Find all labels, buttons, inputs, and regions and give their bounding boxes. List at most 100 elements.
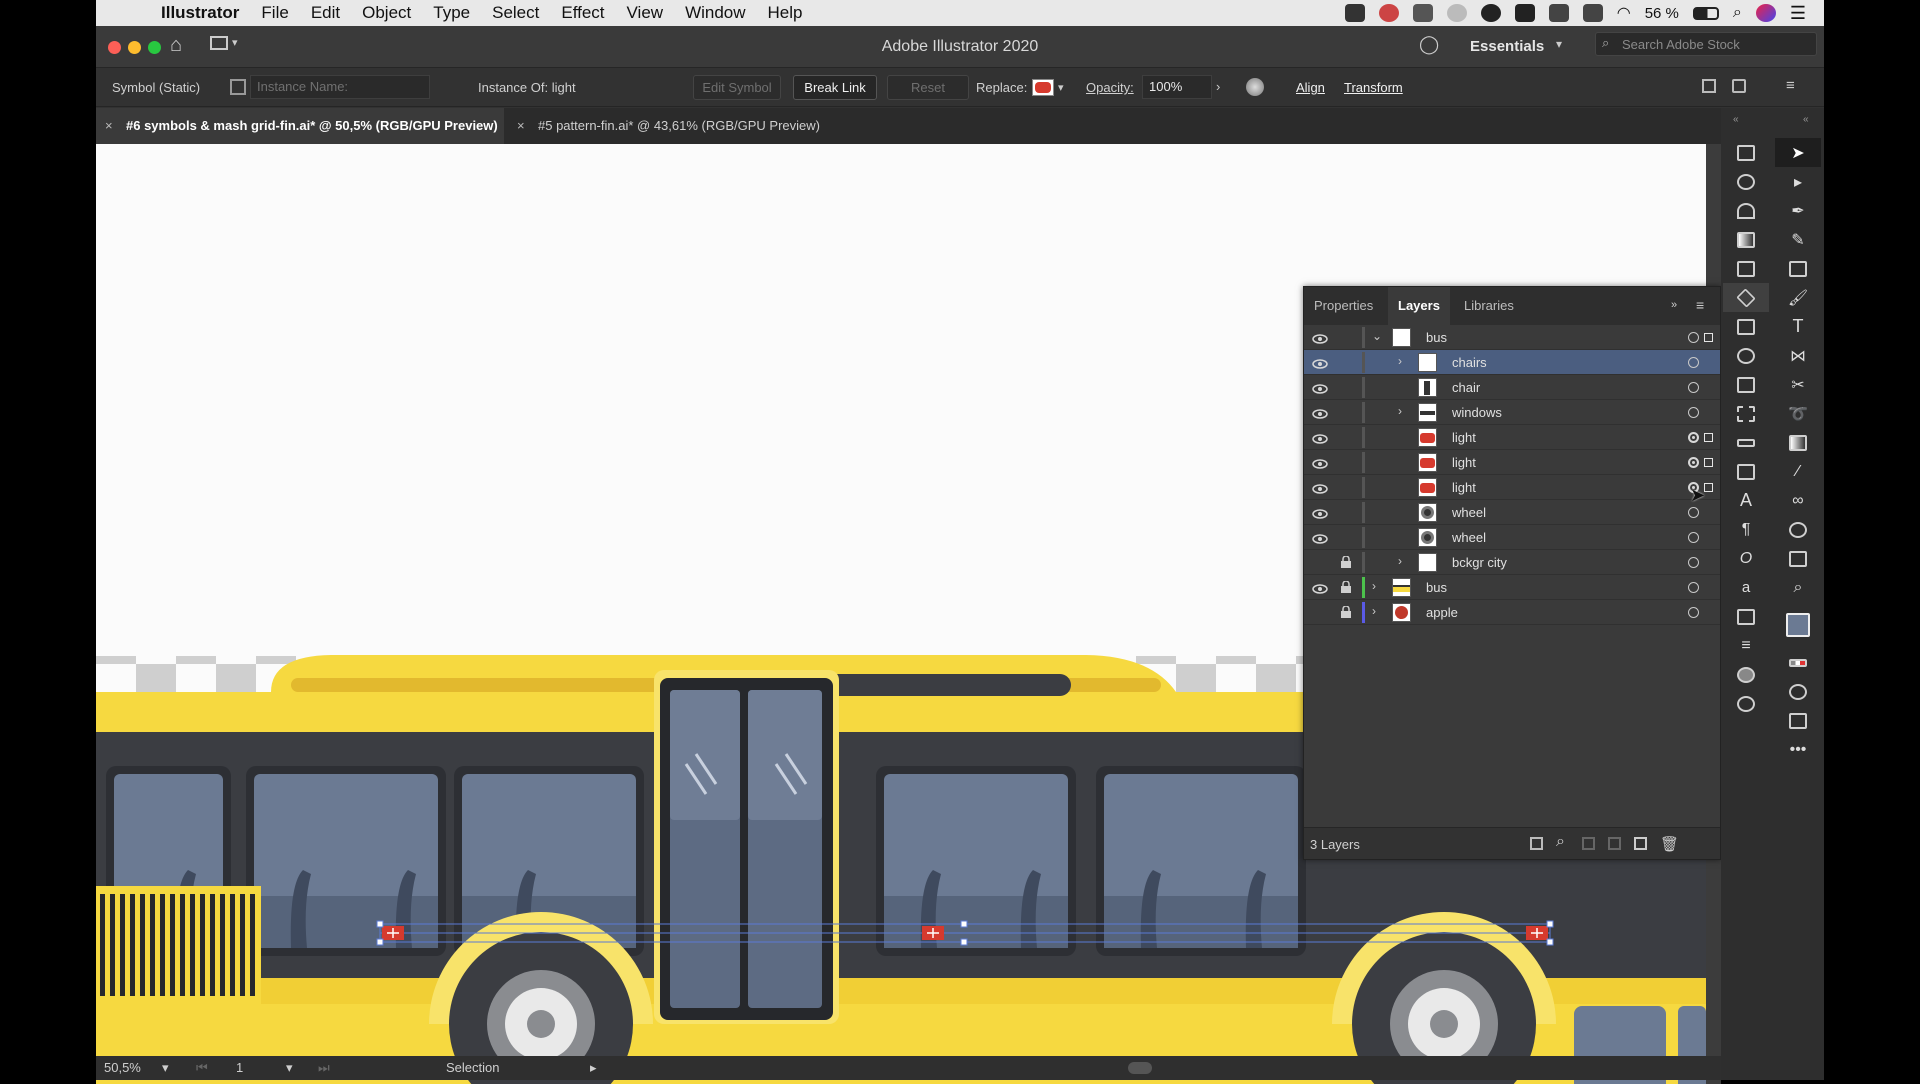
workspace-chevron-down-icon[interactable]: ▾ — [1556, 37, 1562, 51]
canvas-horizontal-scrollbar[interactable] — [616, 1062, 1706, 1074]
direct-selection-tool-icon[interactable]: ▸ — [1775, 167, 1821, 196]
menu-help[interactable]: Help — [768, 3, 803, 23]
bluetooth-icon[interactable] — [1582, 4, 1603, 22]
reflect-tool-icon[interactable]: ⋈ — [1775, 341, 1821, 370]
target-circle-icon[interactable] — [1688, 357, 1699, 368]
artboards-panel-icon[interactable] — [1723, 312, 1769, 341]
close-tab-icon[interactable]: × — [517, 108, 525, 144]
layer-name[interactable]: light — [1452, 480, 1476, 495]
expand-chevron-icon[interactable]: › — [1398, 404, 1402, 418]
color-guide-icon[interactable] — [1723, 341, 1769, 370]
opentype-panel-icon[interactable]: O — [1723, 544, 1769, 573]
layer-row-bus[interactable]: › bus — [1304, 575, 1720, 600]
paragraph-panel-icon[interactable]: ¶ — [1723, 515, 1769, 544]
draw-mode-icon[interactable] — [1775, 677, 1821, 706]
zoom-tool-icon[interactable]: ⌕ — [1775, 573, 1821, 602]
tab-pattern-fin[interactable]: × #5 pattern-fin.ai* @ 43,61% (RGB/GPU P… — [508, 108, 828, 144]
layer-row-light[interactable]: light ➤ — [1304, 475, 1720, 505]
collapse-chevron-icon[interactable]: ⌄ — [1372, 329, 1382, 343]
paintbrush-tool-icon[interactable]: 🖌 — [1775, 283, 1821, 312]
layer-name[interactable]: apple — [1426, 605, 1458, 620]
close-tab-icon[interactable]: × — [105, 108, 113, 144]
status-creative-cloud-icon[interactable] — [1378, 4, 1399, 22]
lock-icon[interactable] — [1340, 555, 1352, 568]
layer-row-light[interactable]: light — [1304, 425, 1720, 450]
screen-mode-icon[interactable] — [1775, 706, 1821, 735]
collapse-panels-icon[interactable]: « — [1733, 114, 1739, 125]
menu-effect[interactable]: Effect — [561, 3, 604, 23]
layers-panel-icon[interactable] — [1723, 283, 1769, 312]
eyedropper-tool-icon[interactable]: ⁄ — [1775, 457, 1821, 486]
tab-layers[interactable]: Layers — [1388, 287, 1450, 325]
gradient-panel-icon[interactable] — [1723, 225, 1769, 254]
panel-menu-icon[interactable]: ≡ — [1696, 297, 1704, 313]
target-circle-icon[interactable] — [1688, 382, 1699, 393]
zoom-level[interactable]: 50,5% — [104, 1060, 141, 1075]
select-similar-icon[interactable] — [1702, 79, 1716, 93]
layer-row-chair[interactable]: chair — [1304, 375, 1720, 400]
instance-name-field[interactable]: Instance Name: — [250, 75, 430, 99]
menu-select[interactable]: Select — [492, 3, 539, 23]
battery-icon[interactable] — [1692, 6, 1719, 20]
stroke-panel-icon[interactable]: ≡ — [1723, 631, 1769, 660]
layer-name[interactable]: bckgr city — [1452, 555, 1507, 570]
align-panel-icon[interactable] — [1723, 428, 1769, 457]
layer-row-chairs[interactable]: › chairs — [1304, 350, 1720, 375]
create-new-layer-icon[interactable] — [1634, 837, 1647, 850]
layer-name[interactable]: wheel — [1452, 505, 1486, 520]
visibility-eye-icon[interactable] — [1312, 457, 1328, 469]
create-sublayer-icon[interactable] — [1608, 837, 1621, 850]
expand-chevron-icon[interactable]: › — [1398, 554, 1402, 568]
control-bar-menu-icon[interactable]: ≡ — [1786, 77, 1795, 94]
visibility-eye-icon[interactable] — [1312, 507, 1328, 519]
layer-row-apple[interactable]: › apple — [1304, 600, 1720, 625]
selection-indicator-icon[interactable] — [1704, 483, 1713, 492]
airplay-icon[interactable] — [1548, 4, 1569, 22]
expand-chevron-icon[interactable]: › — [1372, 604, 1376, 618]
delete-layer-icon[interactable]: 🗑 — [1660, 835, 1679, 853]
adobe-stock-search-input[interactable]: ⌕ Search Adobe Stock — [1595, 32, 1817, 56]
edit-toolbar-icon[interactable]: ••• — [1775, 735, 1821, 764]
fill-stroke-swatch[interactable] — [1775, 602, 1821, 648]
target-circle-icon[interactable] — [1688, 582, 1699, 593]
status-play-icon[interactable]: ▸ — [590, 1060, 597, 1076]
first-artboard-icon[interactable]: ⏮ — [196, 1060, 208, 1076]
curvature-tool-icon[interactable]: ✎ — [1775, 225, 1821, 254]
tab-symbols-mash-grid[interactable]: × #6 symbols & mash grid-fin.ai* @ 50,5%… — [96, 108, 504, 144]
align-link[interactable]: Align — [1296, 80, 1325, 95]
visibility-eye-icon[interactable] — [1312, 332, 1328, 344]
menu-object[interactable]: Object — [362, 3, 411, 23]
target-circle-icon[interactable] — [1688, 407, 1699, 418]
layer-name[interactable]: chairs — [1452, 355, 1487, 370]
layer-row-light[interactable]: light — [1304, 450, 1720, 475]
locate-object-icon[interactable]: ⌕ — [1556, 833, 1565, 851]
horizontal-scroll-thumb[interactable] — [1128, 1062, 1152, 1074]
transparency-panel-icon[interactable] — [1723, 660, 1769, 689]
libraries-panel-icon[interactable] — [1723, 254, 1769, 283]
status-cloud-icon[interactable] — [1412, 4, 1433, 22]
collapse-toolbar-icon[interactable]: « — [1803, 114, 1809, 125]
visibility-eye-icon[interactable] — [1312, 432, 1328, 444]
glyphs-panel-icon[interactable]: a — [1723, 573, 1769, 602]
swatches-panel-icon[interactable] — [1723, 138, 1769, 167]
layer-name[interactable]: bus — [1426, 580, 1447, 595]
status-help-icon[interactable] — [1446, 4, 1467, 22]
status-app-icon[interactable] — [1344, 4, 1365, 22]
menu-illustrator[interactable]: Illustrator — [161, 3, 239, 23]
layer-row-bus[interactable]: ⌄ bus — [1304, 325, 1720, 350]
artboard-chevron-down-icon[interactable]: ▾ — [286, 1060, 293, 1076]
visibility-eye-icon[interactable] — [1312, 382, 1328, 394]
status-cc-icon[interactable] — [1480, 4, 1501, 22]
selection-indicator-icon[interactable] — [1704, 433, 1713, 442]
target-circle-active-icon[interactable] — [1688, 432, 1699, 443]
last-artboard-icon[interactable]: ⏭ — [318, 1060, 330, 1076]
menu-file[interactable]: File — [261, 3, 288, 23]
appearance-panel-icon[interactable] — [1723, 370, 1769, 399]
edit-symbol-button[interactable]: Edit Symbol — [693, 75, 781, 100]
layer-row-windows[interactable]: › windows — [1304, 400, 1720, 425]
layer-row-wheel[interactable]: wheel — [1304, 525, 1720, 550]
type-tool-icon[interactable]: T — [1775, 312, 1821, 341]
target-circle-icon[interactable] — [1688, 507, 1699, 518]
make-clipping-mask-icon[interactable] — [1582, 837, 1595, 850]
gradient-tool-icon[interactable] — [1775, 428, 1821, 457]
